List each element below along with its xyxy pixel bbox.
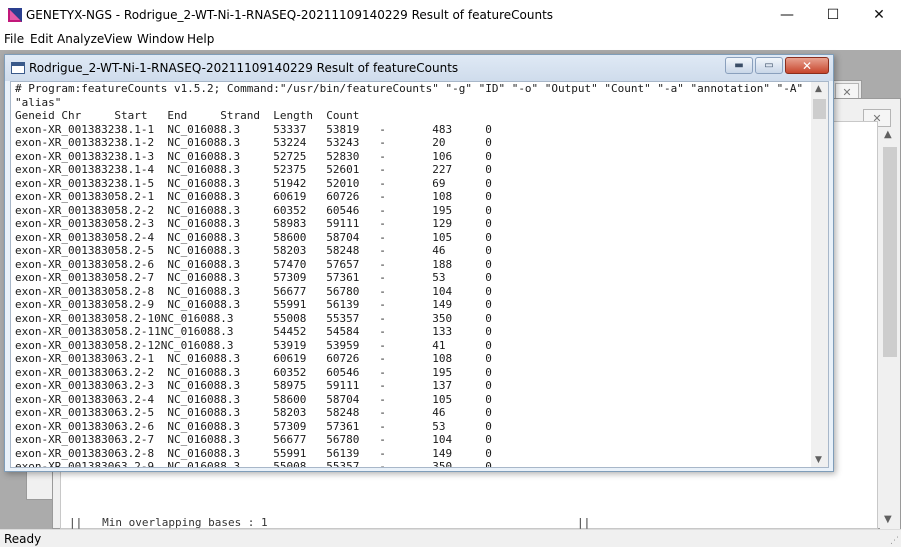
- child-window-title: Rodrigue_2-WT-Ni-1-RNASEQ-20211109140229…: [29, 61, 459, 75]
- maximize-icon: ▭: [764, 60, 774, 71]
- menu-help[interactable]: Help: [187, 32, 214, 46]
- result-text-line: exon-XR_001383238.1-2 NC_016088.3 53224 …: [15, 136, 492, 149]
- scroll-up-icon[interactable]: ▲: [884, 129, 892, 140]
- result-text-line: exon-XR_001383063.2-2 NC_016088.3 60352 …: [15, 365, 492, 379]
- result-text-line: exon-XR_001383238.1-3 NC_016088.3 52725 …: [15, 149, 492, 163]
- result-text-line: exon-XR_001383058.2-5 NC_016088.3 58203 …: [15, 244, 492, 257]
- document-window-icon: [11, 62, 25, 74]
- scroll-down-icon[interactable]: ▼: [884, 514, 892, 525]
- result-text-line: exon-XR_001383063.2-5 NC_016088.3 58203 …: [15, 406, 492, 419]
- window-title: GENETYX-NGS - Rodrigue_2-WT-Ni-1-RNASEQ-…: [26, 8, 554, 22]
- result-text-line: exon-XR_001383063.2-6 NC_016088.3 57309 …: [15, 419, 492, 433]
- close-icon: ✕: [801, 58, 813, 73]
- close-icon: ✕: [842, 85, 852, 99]
- minimize-icon: ▬: [734, 60, 744, 71]
- result-text-line: exon-XR_001383058.2-2 NC_016088.3 60352 …: [15, 203, 492, 217]
- result-text-area[interactable]: # Program:featureCounts v1.5.2; Command:…: [10, 81, 829, 468]
- result-text-line: exon-XR_001383063.2-8 NC_016088.3 55991 …: [15, 446, 492, 460]
- featurecounts-result-window[interactable]: Rodrigue_2-WT-Ni-1-RNASEQ-20211109140229…: [4, 54, 834, 472]
- menu-file[interactable]: File: [4, 32, 24, 46]
- result-text-line: exon-XR_001383058.2-6 NC_016088.3 57470 …: [15, 257, 492, 271]
- status-bar: Ready ⋰: [0, 529, 901, 547]
- result-text-line: exon-XR_001383058.2-8 NC_016088.3 56677 …: [15, 284, 492, 298]
- background-window-2-scrollbar[interactable]: ▲ ▼: [880, 127, 900, 529]
- child-close-button[interactable]: ✕: [785, 57, 829, 74]
- result-text-line: exon-XR_001383063.2-9 NC_016088.3 55008 …: [15, 460, 492, 468]
- menu-bar: File Edit Analyze View Window Help: [0, 30, 901, 50]
- minimize-button[interactable]: —: [764, 0, 810, 30]
- scroll-down-icon[interactable]: ▼: [815, 455, 822, 465]
- result-text-line: exon-XR_001383238.1-4 NC_016088.3 52375 …: [15, 163, 492, 176]
- result-text-line: exon-XR_001383238.1-1 NC_016088.3 53337 …: [15, 122, 492, 136]
- minimize-icon: —: [780, 7, 794, 23]
- result-text-line: exon-XR_001383063.2-3 NC_016088.3 58975 …: [15, 379, 492, 392]
- maximize-button[interactable]: ☐: [810, 0, 856, 30]
- result-text-line: exon-XR_001383063.2-7 NC_016088.3 56677 …: [15, 433, 492, 446]
- resize-grip-icon[interactable]: ⋰: [890, 536, 899, 546]
- menu-window[interactable]: Window: [137, 32, 184, 46]
- menu-edit[interactable]: Edit: [30, 32, 53, 46]
- menu-view[interactable]: View: [104, 32, 132, 46]
- scroll-up-icon[interactable]: ▲: [815, 84, 822, 94]
- scrollbar-thumb[interactable]: [883, 147, 897, 357]
- maximize-icon: ☐: [826, 7, 840, 23]
- child-minimize-button[interactable]: ▬: [725, 57, 753, 74]
- result-text-line: "alias": [15, 95, 62, 109]
- title-bar: GENETYX-NGS - Rodrigue_2-WT-Ni-1-RNASEQ-…: [0, 0, 901, 30]
- background-text-line: || Min overlapping bases : 1: [69, 516, 268, 529]
- child-maximize-button[interactable]: ▭: [755, 57, 783, 74]
- genetyx-app-icon: [8, 8, 22, 22]
- menu-analyze[interactable]: Analyze: [57, 32, 104, 46]
- result-text-line: exon-XR_001383058.2-11NC_016088.3 54452 …: [15, 325, 492, 338]
- result-text-line: exon-XR_001383238.1-5 NC_016088.3 51942 …: [15, 176, 492, 190]
- result-text-line: exon-XR_001383058.2-3 NC_016088.3 58983 …: [15, 217, 492, 230]
- status-text: Ready: [4, 532, 42, 546]
- result-vertical-scrollbar[interactable]: ▲ ▼: [811, 82, 828, 467]
- close-button[interactable]: ✕: [856, 0, 901, 30]
- result-text-line: exon-XR_001383058.2-4 NC_016088.3 58600 …: [15, 230, 492, 244]
- result-text-line: exon-XR_001383058.2-9 NC_016088.3 55991 …: [15, 298, 492, 311]
- result-text-line: exon-XR_001383063.2-4 NC_016088.3 58600 …: [15, 392, 492, 406]
- result-text-lines: # Program:featureCounts v1.5.2; Command:…: [15, 82, 804, 468]
- result-text-line: # Program:featureCounts v1.5.2; Command:…: [15, 82, 804, 95]
- result-text-line: exon-XR_001383058.2-10NC_016088.3 55008 …: [15, 311, 492, 325]
- result-text-line: exon-XR_001383058.2-7 NC_016088.3 57309 …: [15, 271, 492, 284]
- result-text-line: exon-XR_001383063.2-1 NC_016088.3 60619 …: [15, 352, 492, 365]
- result-text-line: exon-XR_001383058.2-1 NC_016088.3 60619 …: [15, 190, 492, 203]
- scrollbar-thumb[interactable]: [813, 99, 826, 119]
- close-icon: ✕: [873, 7, 885, 23]
- result-text-line: Geneid Chr Start End Strand Length Count: [15, 109, 360, 122]
- child-window-titlebar[interactable]: Rodrigue_2-WT-Ni-1-RNASEQ-20211109140229…: [5, 55, 833, 81]
- result-text-line: exon-XR_001383058.2-12NC_016088.3 53919 …: [15, 338, 492, 352]
